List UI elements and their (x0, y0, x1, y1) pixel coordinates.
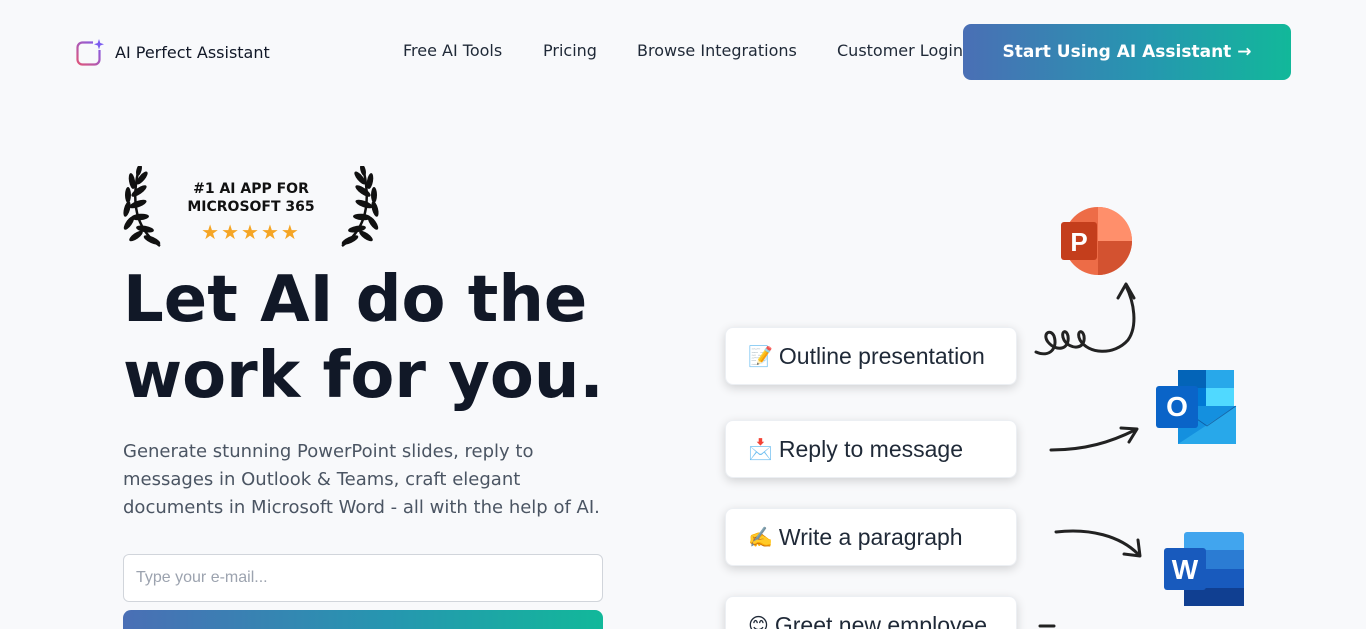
brand-name: AI Perfect Assistant (115, 42, 270, 62)
smiley-icon: 😊 (748, 613, 769, 629)
award-line-1: #1 AI APP FOR (193, 181, 309, 197)
award-line-2: MICROSOFT 365 (187, 199, 315, 215)
arrow-to-outlook-icon (1049, 426, 1139, 452)
email-input[interactable] (123, 554, 603, 602)
action-card-label: Reply to message (778, 435, 963, 462)
nav-link-pricing[interactable]: Pricing (543, 41, 597, 60)
nav-link-browse-integrations[interactable]: Browse Integrations (637, 41, 797, 60)
action-card-label: Greet new employee (774, 611, 988, 629)
arrow-to-word-icon (1054, 529, 1142, 558)
arrow-to-teams-icon (1038, 624, 1056, 628)
hero-subtitle: Generate stunning PowerPoint slides, rep… (123, 441, 600, 518)
word-icon: W (1164, 532, 1244, 606)
rating-stars: ★★★★★ (201, 220, 301, 244)
brand[interactable]: AI Perfect Assistant (76, 38, 270, 66)
outlook-letter: O (1166, 391, 1188, 422)
action-card-outline-presentation[interactable]: 📝 Outline presentation (725, 327, 1017, 385)
outlook-icon: O (1156, 370, 1237, 444)
hero-title-line-2: work for you. (123, 339, 604, 413)
action-card-greet-new-employee[interactable]: 😊 Greet new employee (725, 596, 1017, 629)
memo-icon: 📝 (748, 344, 773, 368)
nav-link-customer-login[interactable]: Customer Login (837, 41, 963, 60)
powerpoint-letter: P (1070, 227, 1087, 257)
action-card-reply-to-message[interactable]: 📩 Reply to message (725, 420, 1017, 478)
award-badge: #1 AI APP FOR MICROSOFT 365 ★★★★★ (122, 166, 380, 250)
powerpoint-icon: P (1061, 207, 1132, 275)
action-card-write-paragraph[interactable]: ✍️ Write a paragraph (725, 508, 1017, 566)
hero-title-line-1: Let AI do the (123, 263, 588, 337)
action-card-label: Outline presentation (778, 342, 985, 369)
sparkle-logo-icon (76, 38, 105, 66)
start-using-button[interactable]: Start Using AI Assistant → (963, 24, 1291, 80)
curly-arrow-icon (1034, 282, 1136, 356)
nav-link-free-ai-tools[interactable]: Free AI Tools (403, 41, 502, 60)
top-nav: AI Perfect Assistant Free AI Tools Prici… (0, 0, 1366, 104)
envelope-icon: 📩 (748, 437, 773, 461)
hero-title: Let AI do the work for you. (123, 262, 683, 414)
action-card-label: Write a paragraph (778, 523, 963, 550)
writing-hand-icon: ✍️ (748, 525, 773, 549)
signup-submit-button[interactable] (123, 610, 603, 629)
word-letter: W (1172, 554, 1199, 585)
